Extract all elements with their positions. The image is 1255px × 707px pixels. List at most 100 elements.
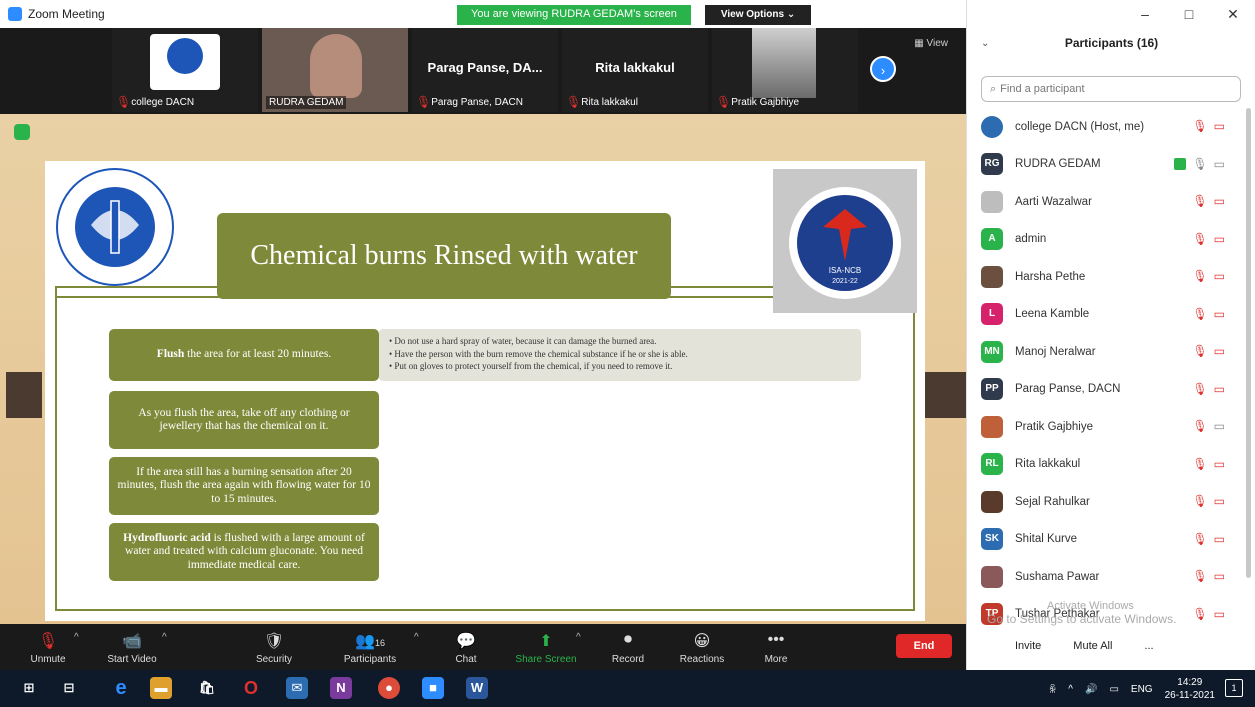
mic-muted-icon: 🎙 — [116, 95, 132, 109]
tile-name: RUDRA GEDAM — [266, 96, 347, 109]
windows-start-icon[interactable]: ⊞ — [18, 677, 40, 699]
participants-title: Participants (16) — [1064, 36, 1159, 50]
slide-title: Chemical burns Rinsed with water — [217, 213, 671, 299]
more-icon: ••• — [767, 631, 785, 648]
view-button[interactable]: ▦ View — [914, 38, 948, 49]
video-tile[interactable]: RUDRA GEDAM — [262, 28, 408, 112]
participant-row[interactable]: RG RUDRA GEDAM 🎙 ▭ — [967, 146, 1247, 184]
participant-search-input[interactable]: ⌕ Find a participant — [981, 76, 1241, 102]
video-icon: ▭ — [1213, 419, 1225, 433]
video-off-icon: ▭ — [1213, 306, 1225, 321]
video-off-icon: ▭ — [1213, 531, 1225, 546]
reactions-button[interactable]: 😀 Reactions — [662, 624, 742, 670]
security-button[interactable]: 🛡 Security — [234, 624, 314, 670]
maximize-icon[interactable]: □ — [1167, 0, 1211, 28]
activate-windows-watermark: Activate Windows Go to Settings to activ… — [987, 600, 1177, 626]
participant-row[interactable]: Sushama Pawar 🎙 ▭ — [967, 558, 1247, 596]
chevron-up-icon[interactable]: ^ — [414, 632, 419, 643]
participant-row[interactable]: Pratik Gajbhiye 🎙 ▭ — [967, 408, 1247, 446]
word-icon[interactable]: W — [466, 677, 488, 699]
onenote-icon[interactable]: N — [330, 677, 352, 699]
precautions-box: • Do not use a hard spray of water, beca… — [379, 329, 861, 381]
language-indicator[interactable]: ENG — [1131, 684, 1153, 695]
participant-video — [752, 28, 816, 98]
chevron-up-icon[interactable]: ^ — [74, 632, 79, 643]
window-title: Zoom Meeting — [28, 7, 105, 21]
video-tile[interactable]: Rita lakkakul 🎙 Rita lakkakul — [562, 28, 708, 112]
file-explorer-icon[interactable]: ▬ — [150, 677, 172, 699]
grid-icon: ▦ — [914, 38, 927, 49]
video-tile[interactable]: Parag Panse, DA... 🎙 Parag Panse, DACN — [412, 28, 558, 112]
avatar — [981, 115, 1003, 138]
participant-row[interactable]: L Leena Kamble 🎙 ▭ — [967, 296, 1247, 334]
video-tile[interactable]: 🎙 college DACN — [112, 28, 258, 112]
participant-row[interactable]: college DACN (Host, me) 🎙 ▭ — [967, 108, 1247, 146]
mic-muted-icon: 🎙 — [1192, 344, 1208, 358]
opera-browser-icon[interactable]: O — [240, 677, 262, 699]
end-meeting-button[interactable]: End — [896, 634, 952, 658]
unmute-button[interactable]: 🎙 Unmute — [8, 624, 88, 670]
participants-label: Participants — [343, 654, 397, 665]
mic-muted-icon: 🎙 — [1192, 231, 1208, 246]
participant-row[interactable]: RL Rita lakkakul 🎙 ▭ — [967, 446, 1247, 484]
tile-big-name: Rita lakkakul — [595, 60, 675, 75]
participant-row[interactable]: A admin 🎙 ▭ — [967, 221, 1247, 259]
clock[interactable]: 14:29 26-11-2021 — [1165, 676, 1215, 702]
reactions-icon: 😀 — [693, 633, 711, 650]
participant-row[interactable]: PP Parag Panse, DACN 🎙 ▭ — [967, 371, 1247, 409]
mail-icon[interactable]: ✉ — [286, 677, 308, 699]
mute-all-button[interactable]: Mute All — [1065, 636, 1120, 656]
shared-screen-stage: ISA-NCB 2021-22 Chemical burns Rinsed wi… — [0, 114, 966, 624]
chevron-up-icon[interactable]: ^ — [1068, 684, 1073, 695]
mic-muted-icon: 🎙 — [1192, 606, 1208, 621]
chrome-browser-icon[interactable]: ● — [378, 677, 400, 699]
avatar — [981, 490, 1003, 513]
mic-muted-icon: 🎙 — [1192, 194, 1208, 208]
participant-list-scrollbar[interactable] — [1246, 108, 1251, 578]
share-screen-button[interactable]: ⬆ Share Screen — [506, 624, 586, 670]
step-box: As you flush the area, take off any clot… — [109, 391, 379, 449]
record-button[interactable]: ⏺ Record — [588, 624, 668, 670]
avatar: A — [981, 228, 1003, 251]
more-options-button[interactable]: ... — [1136, 636, 1161, 656]
start-video-button[interactable]: 📹 Start Video — [92, 624, 172, 670]
frame-bracket-left — [6, 372, 42, 418]
network-icon[interactable]: ▭ — [1109, 684, 1118, 695]
zoom-taskbar-icon[interactable]: ■ — [422, 677, 444, 699]
isa-ncb-phoenix-logo: ISA-NCB 2021-22 — [773, 169, 917, 313]
edge-browser-icon[interactable]: e — [110, 677, 132, 699]
avatar: RG — [981, 153, 1003, 176]
chevron-up-icon[interactable]: ^ — [162, 632, 167, 643]
minimize-icon[interactable]: – — [1123, 0, 1167, 28]
participant-row[interactable]: SK Shital Kurve 🎙 ▭ — [967, 521, 1247, 559]
task-view-icon[interactable]: ⊟ — [58, 677, 80, 699]
view-options-button[interactable]: View Options ⌄ — [704, 5, 812, 25]
invite-button[interactable]: Invite — [1007, 636, 1049, 656]
chat-label: Chat — [455, 654, 477, 665]
window-controls: – □ ✕ — [1123, 0, 1255, 28]
more-button[interactable]: ••• More — [736, 624, 816, 670]
participant-row[interactable]: MN Manoj Neralwar 🎙 ▭ — [967, 333, 1247, 371]
record-label: Record — [611, 654, 645, 665]
volume-icon[interactable]: 🔊 — [1085, 684, 1097, 695]
participant-row[interactable]: Aarti Wazalwar 🎙 ▭ — [967, 183, 1247, 221]
chat-button[interactable]: 💬 Chat — [426, 624, 506, 670]
avatar — [981, 190, 1003, 213]
store-icon[interactable]: 🛍 — [196, 677, 218, 699]
video-off-icon: ▭ — [1213, 494, 1225, 508]
next-page-arrow-icon[interactable]: › — [870, 56, 896, 82]
chevron-up-icon[interactable]: ^ — [576, 632, 581, 643]
people-icon[interactable]: ꆜ — [1048, 683, 1056, 696]
participant-row[interactable]: Harsha Pethe 🎙 ▭ — [967, 258, 1247, 296]
panel-footer: Invite Mute All ... — [967, 636, 1255, 656]
participant-list: college DACN (Host, me) 🎙 ▭ RG RUDRA GEDA… — [967, 108, 1247, 633]
close-icon[interactable]: ✕ — [1211, 0, 1255, 28]
video-off-icon: ▭ — [1213, 606, 1225, 621]
chat-icon: 💬 — [456, 633, 476, 650]
search-icon: ⌕ — [990, 82, 997, 95]
windows-taskbar: ⊞ ⊟ e ▬ 🛍 O ✉ N ● ■ W ꆜ ^ 🔊 ▭ ENG 14:29 … — [0, 670, 1255, 707]
notifications-icon[interactable]: 1 — [1225, 679, 1243, 697]
participant-row[interactable]: Sejal Rahulkar 🎙 ▭ — [967, 483, 1247, 521]
participants-button[interactable]: 👥16 Participants — [330, 624, 410, 670]
video-tile[interactable]: 🎙 Pratik Gajbhiye — [712, 28, 858, 112]
